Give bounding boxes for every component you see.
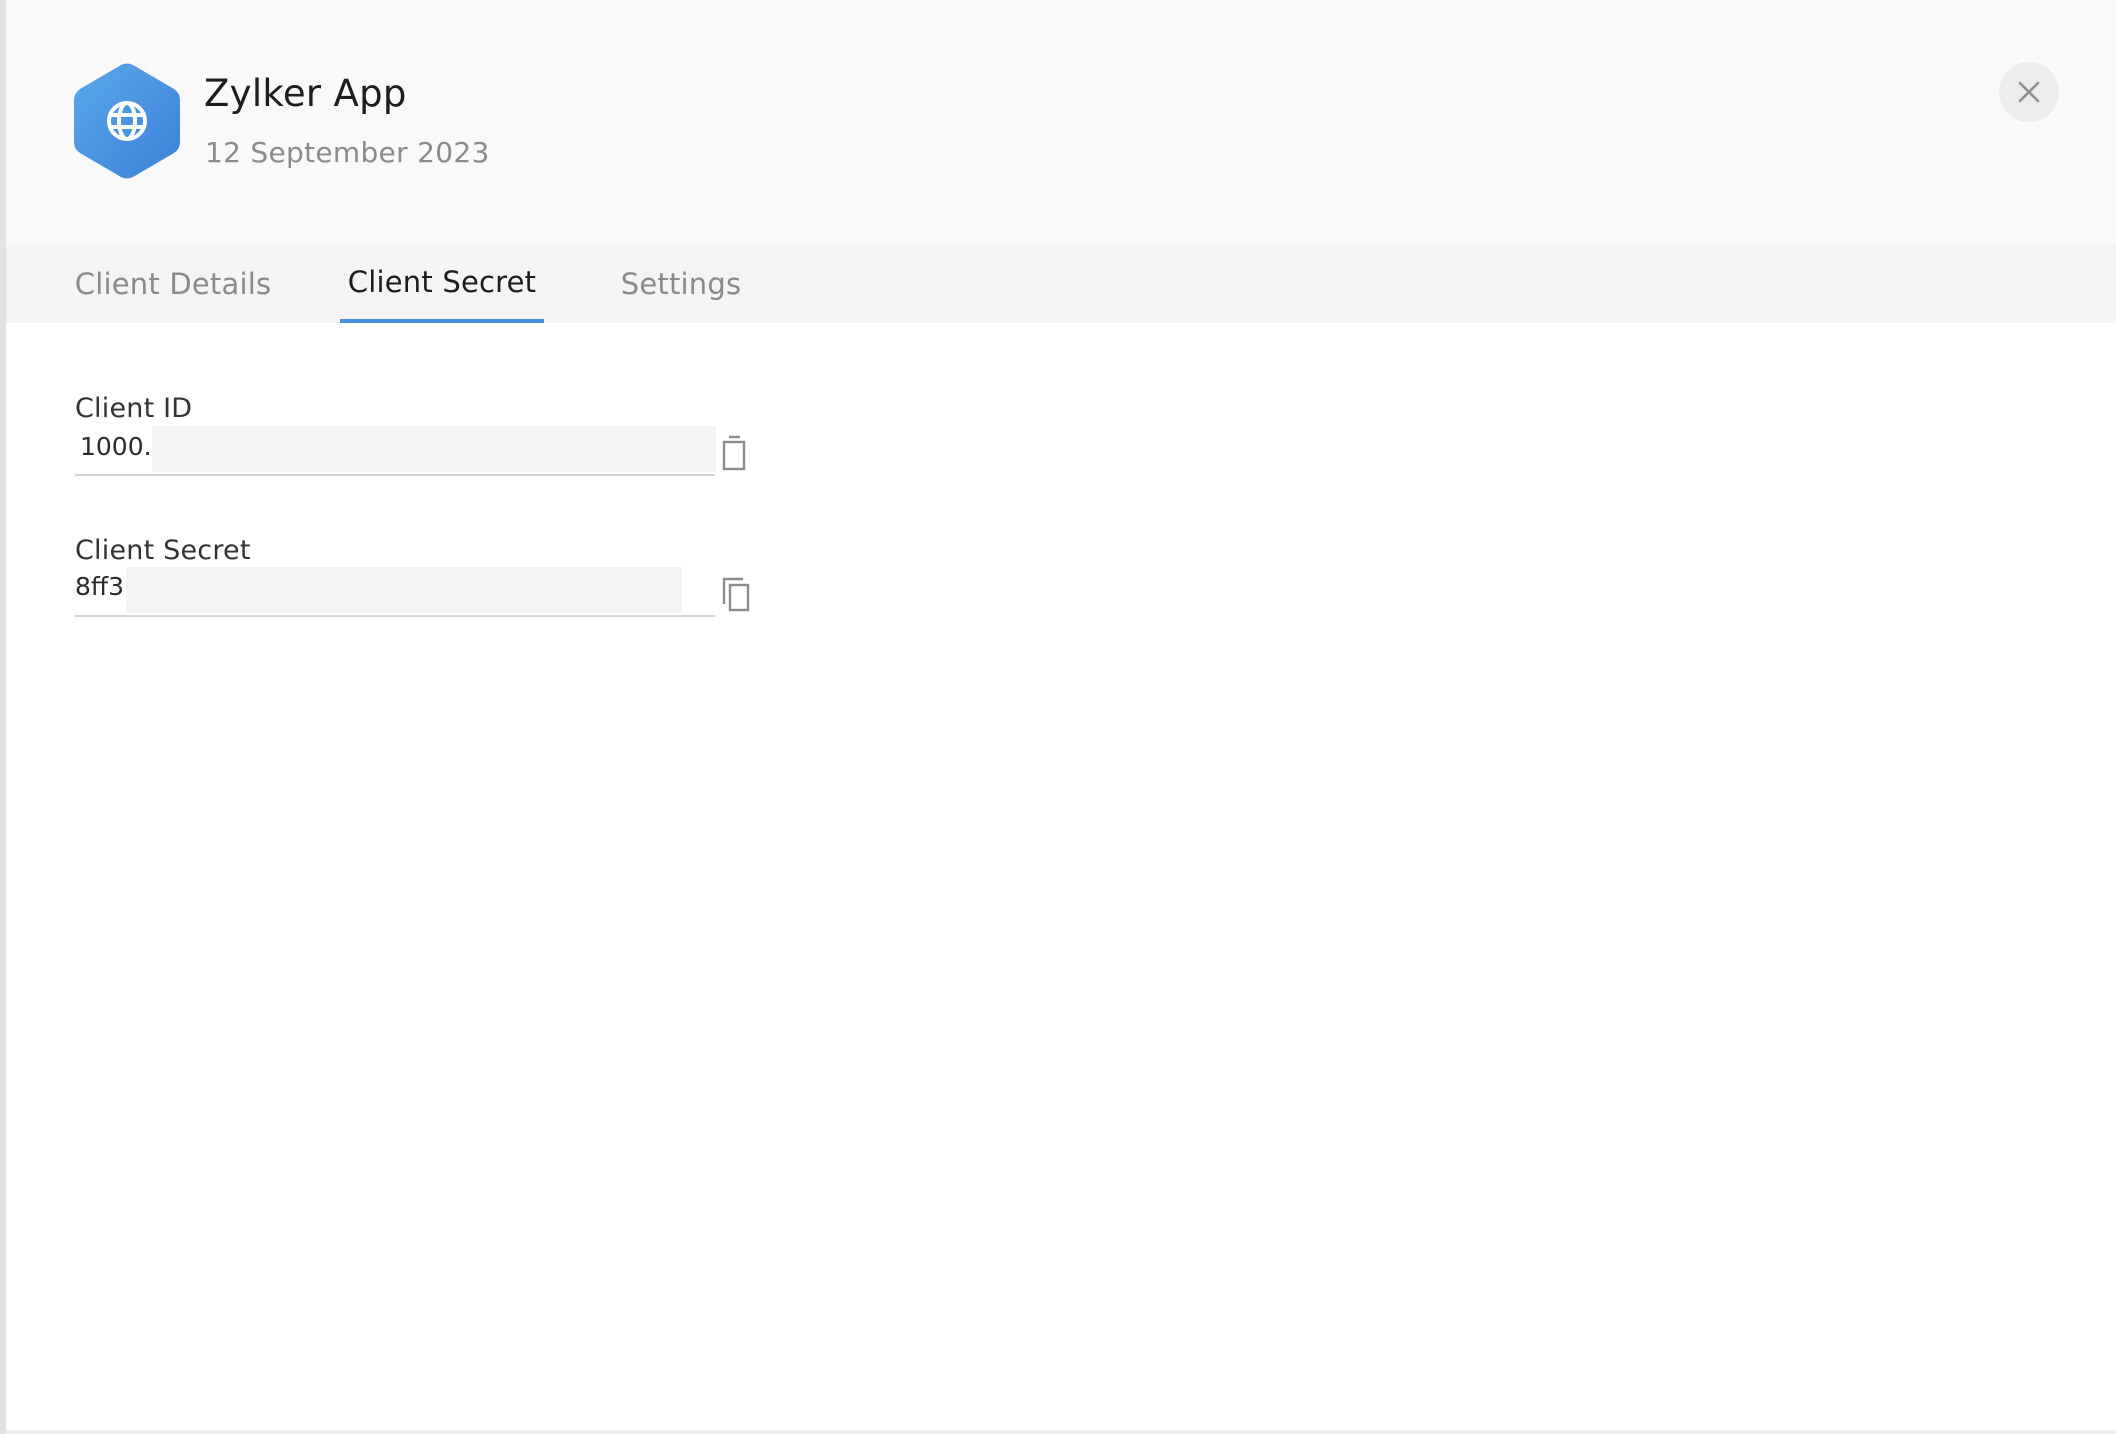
app-created-date: 12 September 2023 xyxy=(205,136,490,169)
client-id-masked-region xyxy=(152,426,716,472)
copy-icon xyxy=(722,435,746,471)
client-secret-masked-region xyxy=(126,567,682,613)
client-id-field: 1000. xyxy=(75,426,716,476)
client-secret-field: 8ff3 xyxy=(75,567,715,617)
close-icon xyxy=(2018,81,2040,103)
tab-client-secret[interactable]: Client Secret xyxy=(340,245,544,323)
client-id-value[interactable]: 1000. xyxy=(80,432,152,461)
copy-client-id-button[interactable] xyxy=(716,432,752,474)
copy-icon xyxy=(722,577,750,612)
copy-client-secret-button[interactable] xyxy=(718,573,754,615)
app-title: Zylker App xyxy=(204,72,407,115)
client-id-label: Client ID xyxy=(75,393,193,424)
client-secret-label: Client Secret xyxy=(75,535,251,566)
close-button[interactable] xyxy=(1999,62,2059,122)
app-logo xyxy=(74,63,180,179)
app-details-panel: Zylker App 12 September 2023 Client Deta… xyxy=(6,0,2116,1430)
tab-bar: Client Details Client Secret Settings xyxy=(6,245,2116,323)
panel-header: Zylker App 12 September 2023 xyxy=(6,0,2116,245)
tab-settings[interactable]: Settings xyxy=(618,245,744,323)
tab-client-details[interactable]: Client Details xyxy=(75,245,271,323)
client-secret-value[interactable]: 8ff3 xyxy=(75,572,124,601)
